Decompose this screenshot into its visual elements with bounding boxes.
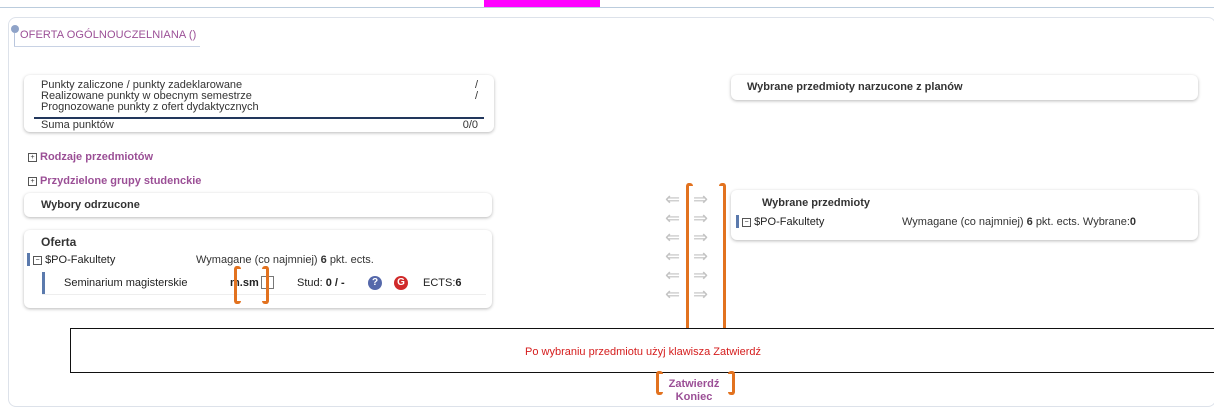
expand-icon[interactable]: + [28,176,37,186]
confirm-button[interactable]: Zatwierdź [664,378,724,390]
requirement-suffix: pkt. ects. [1035,216,1080,228]
message-box: Po wybraniu przedmiotu użyj klawisza Zat… [70,328,1214,373]
rejected-choices-box: Wybory odrzucone [24,193,492,217]
offer-requirement: Wymagane (co najmniej) 6 pkt. ects. [196,254,374,266]
move-left-arrow-icon[interactable]: ⇐ [665,190,680,208]
ects-value: 6 [455,277,462,289]
tree-node-grupy[interactable]: + Przydzielone grupy studenckie [28,175,201,187]
highlight-mark [484,0,600,7]
offer-title: Oferta [41,235,77,249]
tree-node-label[interactable]: Przydzielone grupy studenckie [40,175,201,187]
move-right-arrow-icon[interactable]: ⇒ [693,228,708,246]
points-total-value: 0/0 [462,119,478,131]
move-left-arrow-icon[interactable]: ⇐ [665,228,680,246]
tree-node-rodzaje[interactable]: + Rodzaje przedmiotów [28,151,153,163]
move-left-arrow-icon[interactable]: ⇐ [665,209,680,227]
course-indent-bar [42,272,45,294]
points-total-label: Suma punktów [41,119,114,131]
annotation-bracket-left [656,371,663,395]
annotation-bracket-right [719,183,726,331]
collapse-icon[interactable]: − [742,217,751,227]
requirement-suffix: pkt. ects. [329,254,374,266]
imposed-title: Wybrane przedmioty narzucone z planów [747,81,963,93]
tree-indent-bar [736,215,739,228]
move-right-arrow-icon[interactable]: ⇒ [693,266,708,284]
annotation-bracket-left [686,183,693,331]
requirement-value: 6 [1026,216,1033,228]
tree-indent-bar [27,253,30,266]
selected-group-name[interactable]: $PO-Fakultety [754,216,824,228]
selected-title: Wybrane przedmioty [762,197,870,209]
offer-box: Oferta − $PO-Fakultety Wymagane (co najm… [24,230,492,308]
section-title: OFERTA OGÓLNOUCZELNIANA () [20,29,197,41]
stud-value: 0 / - [325,277,345,289]
g-icon[interactable]: G [394,276,408,290]
move-left-arrow-icon[interactable]: ⇐ [665,247,680,265]
points-row-label: Prognozowane punkty z ofert dydaktycznyc… [41,101,259,113]
course-ects: ECTS:6 [423,277,462,289]
move-left-arrow-icon[interactable]: ⇐ [665,266,680,284]
rejected-title: Wybory odrzucone [41,199,140,211]
top-strip [0,0,1214,8]
annotation-bracket-right [728,371,735,395]
selected-requirement: Wymagane (co najmniej) 6 pkt. ects. Wybr… [902,216,1136,228]
points-summary: Punkty zaliczone / punkty zadeklarowane … [24,75,494,132]
annotation-bracket-left [234,266,241,304]
course-stud: Stud: 0 / - [297,277,345,289]
requirement-prefix: Wymagane (co najmniej) [902,216,1024,228]
collapse-icon[interactable]: − [33,255,42,265]
tree-node-label[interactable]: Rodzaje przedmiotów [40,151,153,163]
expand-icon[interactable]: + [28,152,37,162]
points-row-value: / [474,90,478,102]
move-right-arrow-icon[interactable]: ⇒ [693,190,708,208]
selected-group[interactable]: − $PO-Fakultety [742,216,824,228]
help-icon[interactable]: ? [368,276,382,290]
footer-message: Po wybraniu przedmiotu użyj klawisza Zat… [525,346,761,358]
move-right-arrow-icon[interactable]: ⇒ [693,285,708,303]
chosen-label: Wybrane: [1082,216,1130,228]
offer-group[interactable]: − $PO-Fakultety [33,254,115,266]
chosen-value: 0 [1129,216,1137,228]
imposed-courses-box: Wybrane przedmioty narzucone z planów [731,75,1198,100]
move-right-arrow-icon[interactable]: ⇒ [693,209,708,227]
ects-label: ECTS: [423,277,456,289]
end-button[interactable]: Koniec [664,391,724,403]
move-right-arrow-icon[interactable]: ⇒ [693,247,708,265]
selected-courses-box: Wybrane przedmioty − $PO-Fakultety Wymag… [731,190,1198,240]
requirement-value: 6 [320,254,327,266]
course-name: Seminarium magisterskie [64,277,188,289]
annotation-bracket-right [262,266,269,304]
bullet-icon [11,25,19,33]
stud-label: Stud: [297,277,323,289]
move-left-arrow-icon[interactable]: ⇐ [665,285,680,303]
requirement-prefix: Wymagane (co najmniej) [196,254,318,266]
offer-group-name[interactable]: $PO-Fakultety [45,254,115,266]
